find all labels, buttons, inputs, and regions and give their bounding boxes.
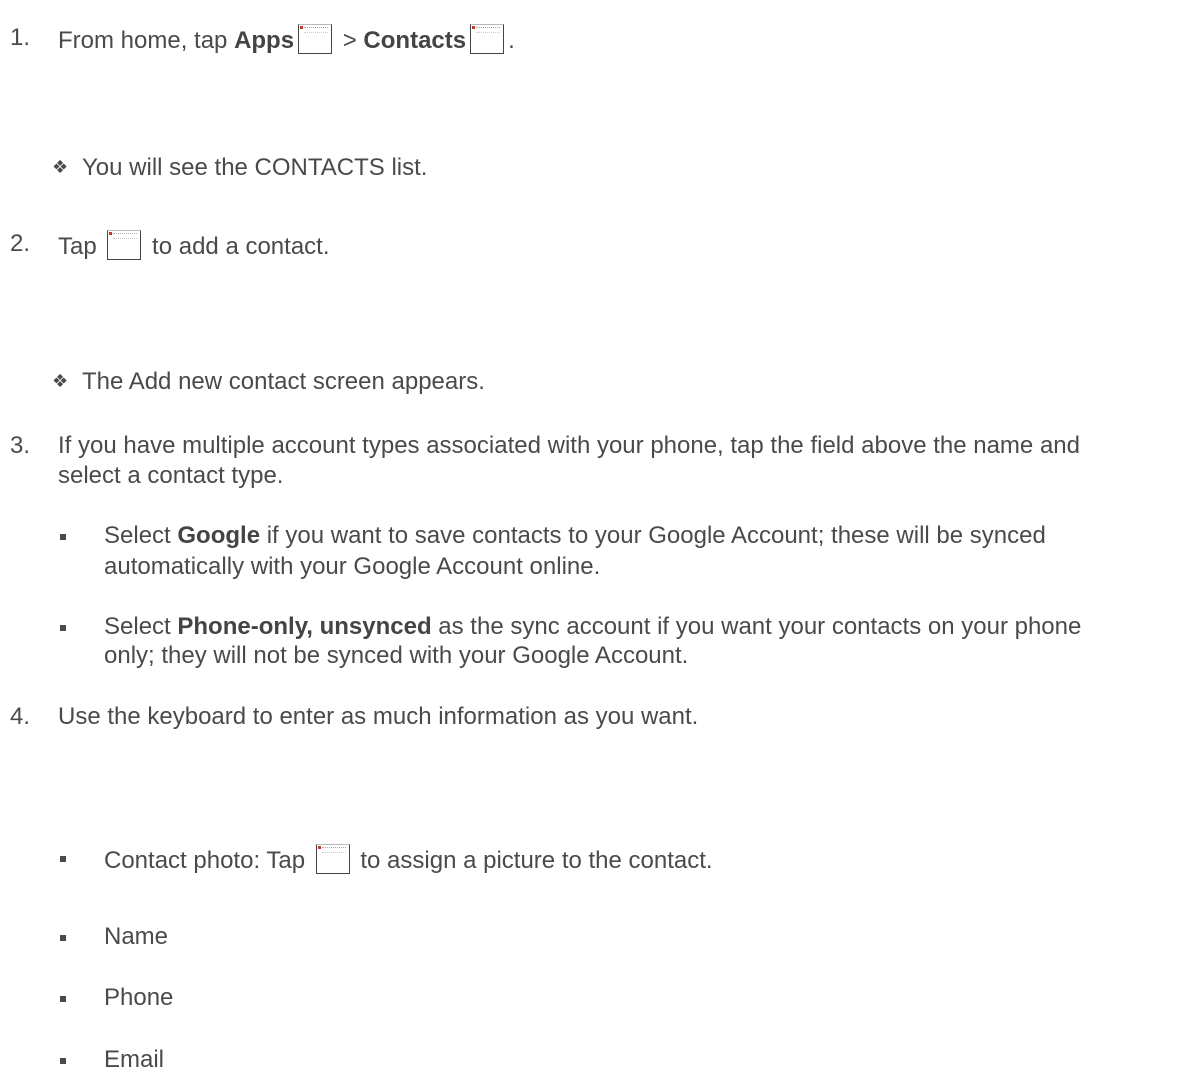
apps-label: Apps [234, 27, 295, 54]
step-2: 2. [10, 230, 30, 258]
sync-option-google: Select Google if you want to save contac… [104, 522, 1046, 549]
square-bullet-icon [60, 534, 66, 540]
phone-only-label: Phone-only, unsynced [177, 613, 432, 640]
step-number: 3. [10, 432, 31, 459]
square-bullet-icon [60, 996, 66, 1002]
diamond-bullet-icon: ❖ [52, 157, 69, 178]
step-3-line-1: If you have multiple account types assoc… [58, 432, 1080, 459]
field-contact-photo: Contact photo: Tap to assign a picture t… [104, 844, 713, 875]
field-name: Name [104, 923, 169, 950]
step-3: 3. [10, 432, 30, 460]
contacts-label: Contacts [363, 27, 467, 54]
step-number: 2. [10, 230, 31, 257]
add-contact-icon [107, 230, 142, 260]
apps-icon [298, 24, 333, 54]
square-bullet-icon [60, 856, 66, 862]
contacts-icon [470, 24, 505, 54]
field-email: Email [104, 1046, 165, 1073]
contact-photo-icon [315, 844, 350, 874]
step-3-line-2: select a contact type. [58, 462, 284, 489]
note-add-contact-screen: The Add new contact screen appears. [82, 368, 485, 395]
square-bullet-icon [60, 935, 66, 941]
step-4-text: Use the keyboard to enter as much inform… [58, 703, 699, 730]
sync-option-phone-only-line-2: only; they will not be synced with your … [104, 642, 689, 669]
sync-option-google-line-2: automatically with your Google Account o… [104, 553, 601, 580]
diamond-bullet-icon: ❖ [52, 371, 69, 392]
sync-option-phone-only: Select Phone-only, unsynced as the sync … [104, 613, 1082, 640]
step-number: 1. [10, 24, 31, 51]
step-number: 4. [10, 703, 31, 730]
square-bullet-icon [60, 625, 66, 631]
note-contacts-list: You will see the CONTACTS list. [82, 154, 428, 181]
google-label: Google [177, 522, 261, 549]
step-1: 1. [10, 24, 30, 52]
step-4: 4. [10, 703, 30, 731]
step-2-text: Tap to add a contact. [58, 230, 330, 261]
step-1-text: From home, tap Apps > Contacts. [58, 24, 515, 55]
square-bullet-icon [60, 1058, 66, 1064]
field-phone: Phone [104, 984, 174, 1011]
